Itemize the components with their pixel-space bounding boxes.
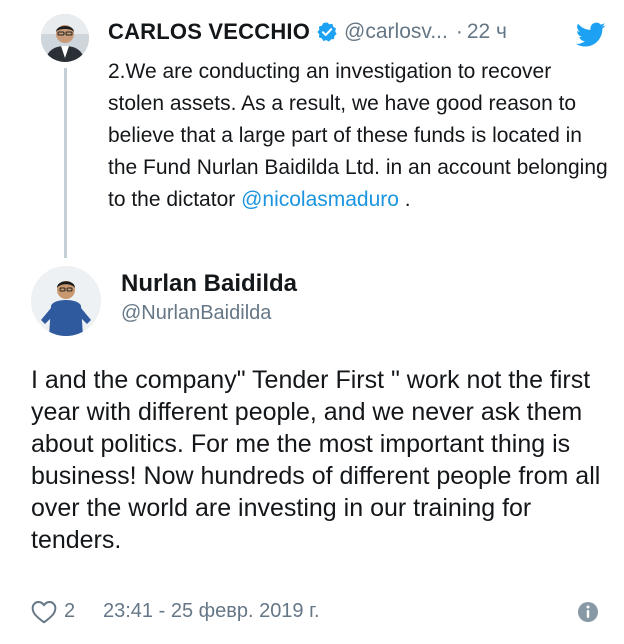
parent-tweet-header: CARLOS VECCHIO @carlosv... · 22 ч	[108, 19, 618, 49]
reply-author-handle[interactable]: @NurlanBaidilda	[121, 302, 271, 325]
thread-connector-line	[64, 68, 67, 258]
header-separator: ·	[455, 20, 463, 43]
info-icon[interactable]	[576, 600, 600, 624]
parent-tweet: CARLOS VECCHIO @carlosv... · 22 ч 2.We are …	[0, 0, 624, 260]
heart-icon[interactable]	[31, 600, 57, 624]
parent-author-handle[interactable]: @carlosv...	[344, 20, 448, 43]
tweet-timestamp[interactable]: 23:41 - 25 февр. 2019 г.	[103, 600, 320, 623]
parent-author-name[interactable]: CARLOS VECCHIO	[108, 19, 310, 44]
parent-tweet-body-end: .	[398, 188, 411, 211]
reply-tweet-text: I and the company" Tender First " work n…	[31, 366, 601, 554]
tweet-footer: 2 23:41 - 25 февр. 2019 г.	[31, 598, 611, 628]
reply-author-avatar[interactable]	[31, 266, 101, 336]
twitter-bird-icon[interactable]	[575, 22, 606, 48]
verified-badge-icon	[316, 21, 338, 43]
parent-tweet-text: 2.We are conducting an investigation to …	[108, 56, 608, 216]
reply-author-name[interactable]: Nurlan Baidilda	[121, 270, 297, 298]
like-count: 2	[64, 600, 76, 622]
mention-link[interactable]: @nicolasmaduro	[241, 188, 399, 211]
parent-tweet-time[interactable]: 22 ч	[467, 20, 507, 43]
parent-author-avatar[interactable]	[41, 14, 89, 62]
